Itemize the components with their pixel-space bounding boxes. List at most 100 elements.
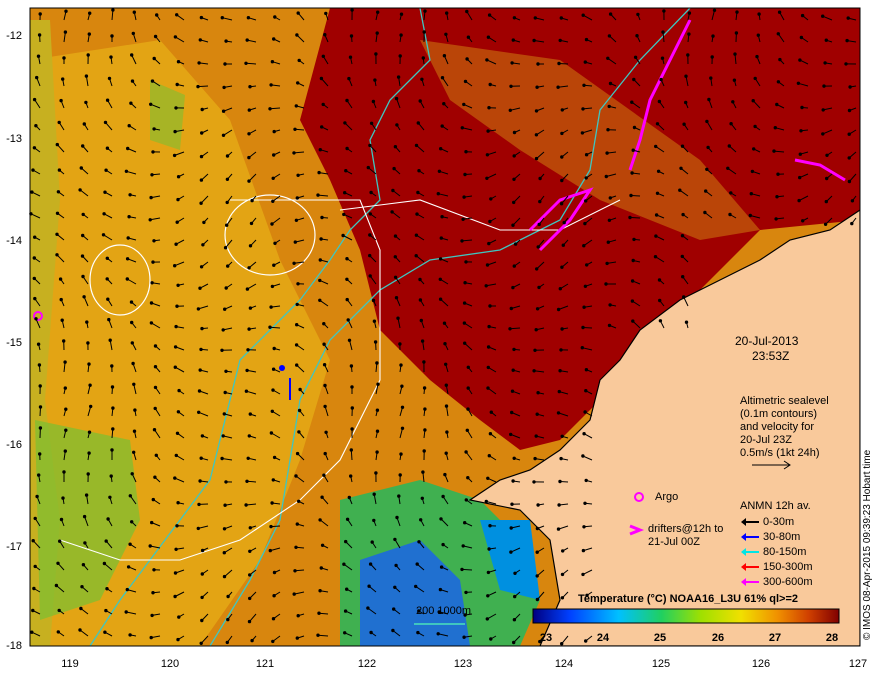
velocity-vector-head [153, 406, 157, 411]
velocity-vector-head [822, 84, 826, 88]
velocity-vector-head [343, 191, 347, 195]
velocity-vector-head [152, 56, 156, 61]
velocity-vector-head [390, 210, 394, 214]
velocity-vector-head [487, 454, 491, 458]
velocity-vector-head [33, 235, 37, 239]
velocity-vector-head [247, 266, 251, 270]
velocity-vector-head [731, 100, 735, 104]
velocity-vector-head [176, 175, 181, 179]
velocity-vector-head [558, 479, 562, 484]
velocity-vector-head [635, 34, 639, 38]
velocity-vector-head [63, 30, 68, 34]
anmn-legend-row: 30-80m [741, 531, 800, 543]
velocity-vector-head [198, 286, 202, 290]
velocity-vector-head [509, 432, 513, 437]
velocity-vector-head [225, 223, 229, 227]
velocity-vector-head [584, 37, 589, 42]
velocity-vector-head [223, 62, 227, 66]
velocity-vector-head [374, 471, 378, 475]
velocity-vector-head [81, 563, 86, 567]
velocity-vector-head [176, 197, 180, 202]
velocity-vector-head [423, 428, 427, 432]
velocity-vector-head [342, 562, 346, 566]
velocity-vector-head [200, 618, 204, 623]
velocity-vector-head [126, 236, 130, 240]
velocity-vector-head [149, 195, 153, 200]
velocity-vector-head [396, 316, 400, 320]
velocity-vector-head [733, 52, 737, 56]
velocity-vector-head [486, 386, 490, 390]
velocity-vector-head [295, 33, 299, 37]
velocity-vector-head [534, 133, 539, 137]
velocity-vector-head [272, 129, 276, 134]
velocity-vector-head [153, 385, 158, 390]
velocity-vector-head [750, 169, 755, 174]
velocity-vector-head [196, 307, 201, 311]
velocity-vector-head [753, 76, 757, 81]
velocity-vector-head [268, 107, 272, 111]
velocity-vector-head [272, 570, 277, 575]
velocity-vector-head [444, 32, 448, 36]
velocity-vector-head [317, 611, 321, 615]
velocity-vector-head [226, 264, 230, 268]
velocity-vector-head [110, 34, 114, 38]
velocity-vector-head [560, 108, 564, 112]
velocity-vector-head [272, 263, 276, 267]
velocity-vector-head [376, 382, 380, 386]
velocity-vector-head [464, 590, 468, 595]
velocity-vector-head [220, 16, 225, 20]
velocity-vector-head [393, 585, 397, 589]
velocity-vector-head [462, 635, 466, 639]
velocity-vector-head [423, 9, 427, 13]
velocity-vector-head [64, 407, 68, 411]
velocity-vector-head [268, 325, 272, 329]
velocity-vector-head [461, 544, 465, 548]
velocity-vector-head [248, 306, 253, 310]
velocity-vector-head [105, 256, 110, 260]
velocity-vector-head [369, 630, 373, 635]
velocity-vector-head [31, 608, 35, 613]
velocity-vector-head [127, 124, 131, 128]
velocity-vector-head [581, 325, 585, 330]
velocity-vector-head [661, 30, 665, 34]
velocity-vector-head [556, 411, 561, 415]
velocity-vector-head [322, 363, 327, 367]
velocity-vector-head [584, 176, 588, 180]
velocity-vector-head [148, 218, 152, 222]
velocity-vector-head [133, 408, 137, 412]
velocity-vector-head [247, 155, 251, 160]
velocity-vector-head [84, 100, 88, 105]
velocity-vector-head [466, 386, 470, 390]
velocity-vector-head [581, 107, 585, 111]
velocity-vector-head [421, 56, 425, 60]
velocity-vector-head [393, 275, 398, 279]
velocity-vector-head [422, 360, 426, 364]
velocity-vector-head [394, 563, 398, 568]
velocity-vector-head [391, 628, 395, 633]
velocity-vector-head [372, 319, 377, 323]
velocity-vector-head [632, 125, 637, 130]
velocity-vector-head [421, 470, 425, 474]
altimetry-line: 20-Jul 23Z [740, 434, 792, 446]
velocity-vector-head [295, 636, 299, 640]
velocity-vector-head [850, 199, 855, 203]
velocity-vector-head [270, 60, 275, 64]
velocity-vector-head [196, 84, 200, 89]
velocity-vector-head [535, 550, 539, 554]
velocity-vector-head [102, 561, 107, 566]
velocity-vector-head [222, 527, 227, 531]
velocity-vector-head [584, 478, 588, 483]
velocity-vector-head [509, 84, 513, 89]
velocity-vector-head [535, 412, 539, 416]
velocity-vector-head [36, 54, 41, 58]
velocity-vector-head [847, 108, 852, 113]
velocity-vector-head [801, 219, 805, 223]
velocity-vector-head [271, 199, 275, 204]
velocity-vector-head [538, 176, 542, 181]
velocity-vector-head [273, 15, 277, 19]
velocity-vector-head [749, 192, 753, 196]
velocity-vector-head [64, 9, 68, 13]
velocity-vector-head [463, 281, 467, 285]
velocity-vector-head [366, 606, 370, 610]
velocity-vector-head [368, 274, 372, 278]
